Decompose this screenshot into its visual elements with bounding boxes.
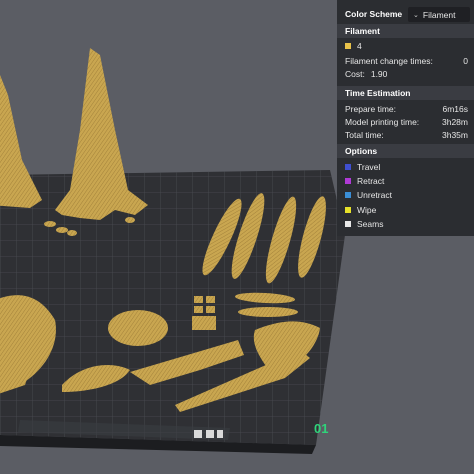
filament-item: 4	[345, 41, 468, 51]
prepare-time-value: 6m16s	[442, 104, 468, 114]
filament-change-label: Filament change times:	[345, 56, 433, 66]
option-label: Travel	[357, 162, 381, 172]
model-time-value: 3h28m	[442, 117, 468, 127]
option-label: Unretract	[357, 190, 392, 200]
options-header: Options	[337, 144, 474, 158]
filament-header: Filament	[337, 24, 474, 38]
total-time-row: Total time: 3h35m	[345, 130, 468, 140]
legend-panel: Color Scheme ⌄ Filament Filament 4 Filam…	[337, 0, 474, 236]
model-cone-left	[0, 75, 42, 208]
color-scheme-value: Filament	[422, 9, 456, 20]
option-retract[interactable]: Retract	[345, 176, 468, 186]
color-scheme-label: Color Scheme	[345, 9, 403, 19]
option-unretract[interactable]: Unretract	[345, 190, 468, 200]
model-dome	[108, 310, 168, 346]
chevron-down-icon: ⌄	[413, 11, 419, 19]
filament-swatch	[345, 43, 351, 49]
wipe-swatch	[345, 207, 351, 213]
option-label: Seams	[357, 219, 384, 229]
option-wipe[interactable]: Wipe	[345, 205, 468, 215]
unretract-swatch	[345, 192, 351, 198]
model-flat-oval-2	[238, 307, 298, 317]
model-time-label: Model printing time:	[345, 117, 420, 127]
travel-swatch	[345, 164, 351, 170]
filament-item-label: 4	[357, 41, 362, 51]
prepare-time-row: Prepare time: 6m16s	[345, 104, 468, 114]
cost-row: Cost: 1.90	[345, 69, 468, 79]
plate-number-label[interactable]: 01	[314, 421, 328, 436]
plate-lock-icon	[194, 430, 223, 438]
total-time-label: Total time:	[345, 130, 384, 140]
filament-change-row: Filament change times: 0	[345, 56, 468, 66]
seams-swatch	[345, 221, 351, 227]
time-estimation-header: Time Estimation	[337, 86, 474, 100]
retract-swatch	[345, 178, 351, 184]
option-label: Retract	[357, 176, 385, 186]
option-travel[interactable]: Travel	[345, 162, 468, 172]
cost-label: Cost:	[345, 69, 365, 79]
filament-change-value: 0	[463, 56, 468, 66]
prepare-time-label: Prepare time:	[345, 104, 397, 114]
model-time-row: Model printing time: 3h28m	[345, 117, 468, 127]
total-time-value: 3h35m	[442, 130, 468, 140]
cost-value: 1.90	[370, 69, 388, 79]
option-label: Wipe	[357, 205, 377, 215]
color-scheme-dropdown[interactable]: ⌄ Filament	[408, 7, 470, 22]
option-seams[interactable]: Seams	[345, 219, 468, 229]
